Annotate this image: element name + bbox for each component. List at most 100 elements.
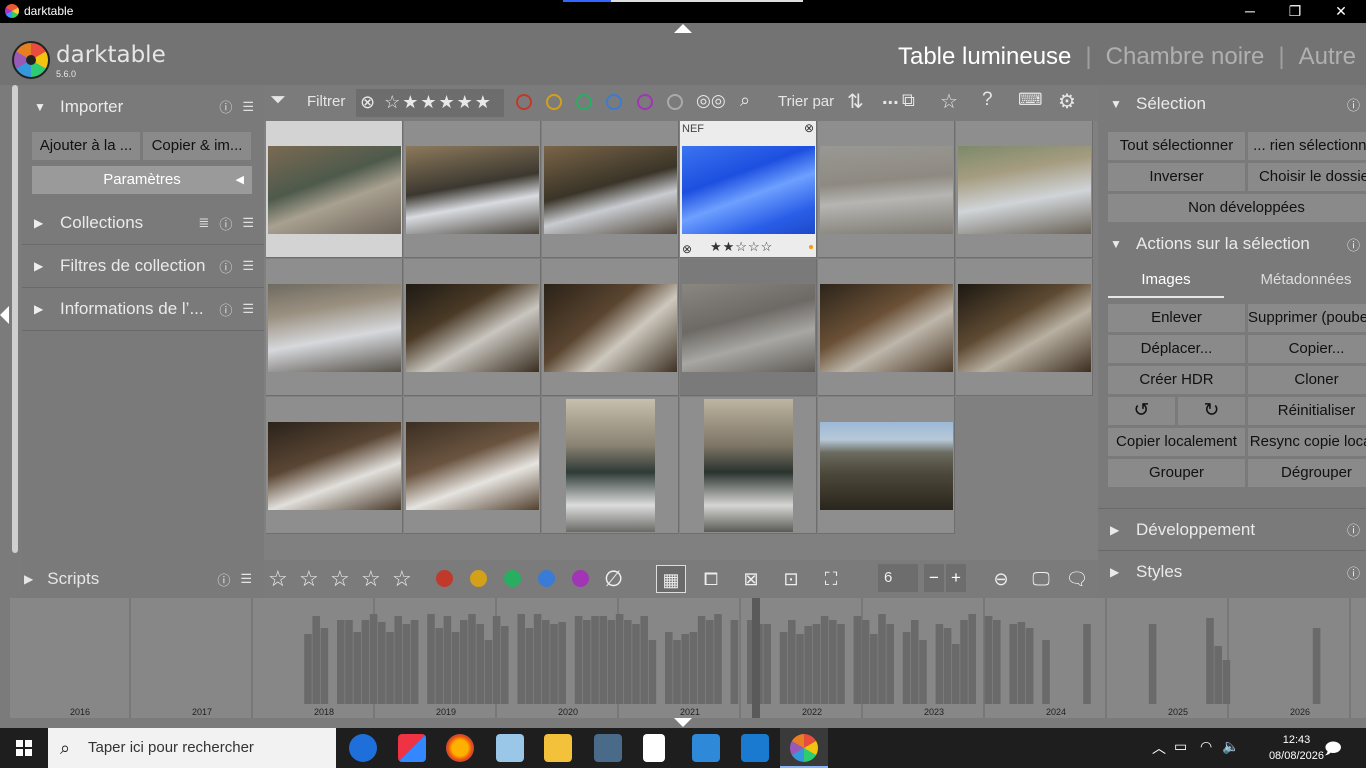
minimize-button[interactable]: ─ xyxy=(1235,2,1265,20)
battery-icon[interactable]: ▭ xyxy=(1174,738,1187,755)
display-profile-icon[interactable]: 🖵 xyxy=(1026,565,1056,593)
document-icon[interactable] xyxy=(643,734,665,762)
firefox-icon[interactable] xyxy=(446,734,474,762)
invert-selection-button[interactable]: Inverser xyxy=(1108,163,1245,191)
overlay-star-icon[interactable]: ☆ xyxy=(940,89,958,114)
rotate-ccw-icon[interactable]: ↺ xyxy=(1108,397,1175,425)
clock[interactable]: 12:43 08/08/2026 xyxy=(1269,732,1324,764)
search-icon[interactable]: ⌕ xyxy=(740,90,750,111)
maximize-button[interactable]: ❐ xyxy=(1280,2,1310,20)
info-icon[interactable]: ⓘ xyxy=(219,97,232,116)
thumbnail[interactable] xyxy=(680,397,817,534)
overlays-icon[interactable]: 🗨 xyxy=(1062,565,1092,593)
presets-menu-icon[interactable]: ☰ xyxy=(242,301,254,317)
module-image-info-header[interactable]: ▶ Informations de l’... ⓘ ☰ xyxy=(22,288,264,331)
color-filter-operator-icon[interactable]: ◎◎ xyxy=(696,91,726,111)
windows-start-icon[interactable] xyxy=(16,740,32,756)
culling-dynamic-layout-icon[interactable]: ⊡ xyxy=(776,565,806,593)
tab-metadata[interactable]: Métadonnées xyxy=(1248,266,1364,298)
select-all-button[interactable]: Tout sélectionner xyxy=(1108,132,1245,160)
thumbnail[interactable] xyxy=(404,259,541,396)
thumbnail[interactable] xyxy=(542,121,679,258)
thumbnail-hovered[interactable]: NEF ⊗ ⊗ ★★☆☆☆ xyxy=(680,121,817,258)
reject-icon[interactable]: ⊗ xyxy=(804,121,814,135)
collapse-bottom-arrow-icon[interactable] xyxy=(674,718,692,727)
duplicate-button[interactable]: Cloner xyxy=(1248,366,1366,394)
info-icon[interactable]: ⓘ xyxy=(1347,235,1360,254)
culling-layout-icon[interactable]: ⊠ xyxy=(736,565,766,593)
color-filter-gray-icon[interactable] xyxy=(667,94,683,110)
tab-images[interactable]: Images xyxy=(1108,266,1224,298)
keyboard-shortcuts-icon[interactable]: ⌨ xyxy=(1018,90,1043,110)
image-viewer-icon[interactable] xyxy=(741,734,769,762)
view-darkroom[interactable]: Chambre noire xyxy=(1106,43,1265,71)
rotate-cw-icon[interactable]: ↻ xyxy=(1178,397,1245,425)
thumbnail[interactable] xyxy=(956,259,1093,396)
info-icon[interactable]: ⓘ xyxy=(1347,95,1360,114)
move-button[interactable]: Déplacer... xyxy=(1108,335,1245,363)
select-none-button[interactable]: ... rien sélectionner xyxy=(1248,132,1366,160)
timeline-cursor[interactable] xyxy=(752,598,760,718)
clear-color-labels-icon[interactable]: ∅ xyxy=(604,566,623,592)
color-filter-red-icon[interactable] xyxy=(516,94,532,110)
focus-peaking-icon[interactable]: ⊖ xyxy=(986,565,1016,593)
thunderbird-icon[interactable] xyxy=(349,734,377,762)
tool-icon[interactable] xyxy=(398,734,426,762)
thumbnail[interactable] xyxy=(266,121,403,258)
tray-chevron-icon[interactable]: ︿ xyxy=(1152,738,1166,758)
info-icon[interactable]: ⓘ xyxy=(1347,520,1360,539)
module-import-header[interactable]: ▼ Importer ⓘ ☰ xyxy=(22,85,264,128)
taskbar-search[interactable]: ⌕ Taper ici pour rechercher xyxy=(48,728,336,768)
presets-menu-icon[interactable]: ☰ xyxy=(240,571,252,587)
star-rating[interactable]: ★★☆☆☆ xyxy=(710,239,773,255)
preferences-gear-icon[interactable]: ⚙ xyxy=(1058,89,1076,114)
select-untouched-button[interactable]: Non développées xyxy=(1108,194,1366,222)
left-scrollbar[interactable] xyxy=(12,85,18,553)
thumbnail[interactable] xyxy=(266,397,403,534)
filter-funnel-icon[interactable]: ⏷ xyxy=(270,89,286,112)
zoom-out-button[interactable]: − xyxy=(924,564,944,592)
presets-menu-icon[interactable]: ☰ xyxy=(242,99,254,115)
ungroup-button[interactable]: Dégrouper xyxy=(1248,459,1366,487)
color-label-purple-icon[interactable] xyxy=(572,570,589,587)
filemanager-layout-icon[interactable]: ▦ xyxy=(656,565,686,593)
notifications-icon[interactable]: 🗩 xyxy=(1324,738,1342,765)
color-label-blue-icon[interactable] xyxy=(538,570,555,587)
sort-icon[interactable]: ≣ xyxy=(198,215,209,231)
thumbnail[interactable] xyxy=(818,397,955,534)
zoom-entry[interactable]: 6 xyxy=(878,564,918,592)
thumbnail[interactable] xyxy=(404,121,541,258)
thumbnail[interactable] xyxy=(266,259,403,396)
parameters-button[interactable]: Paramètres ◀ xyxy=(32,166,252,194)
photos-icon[interactable] xyxy=(692,734,720,762)
star-3-icon[interactable]: ☆ xyxy=(330,566,350,592)
zoomable-layout-icon[interactable]: ⧠ xyxy=(696,565,726,593)
help-icon[interactable]: ? xyxy=(982,89,993,111)
preview-layout-icon[interactable]: ⛶ xyxy=(816,565,846,593)
info-icon[interactable]: ⓘ xyxy=(217,570,230,589)
calculator-icon[interactable] xyxy=(594,734,622,762)
presets-menu-icon[interactable]: ☰ xyxy=(242,258,254,274)
module-selection-header[interactable]: ▼ Sélection ⓘ xyxy=(1098,86,1366,122)
color-filter-green-icon[interactable] xyxy=(576,94,592,110)
close-button[interactable]: ✕ xyxy=(1326,2,1356,20)
module-selected-images-header[interactable]: ▼ Actions sur la sélection ⓘ xyxy=(1098,226,1366,262)
module-styles-header[interactable]: ▶ Styles ⓘ xyxy=(1098,550,1366,593)
module-collections-header[interactable]: ▶ Collections ≣ ⓘ ☰ xyxy=(22,202,264,245)
star-5-icon[interactable]: ☆ xyxy=(392,566,412,592)
info-icon[interactable]: ⓘ xyxy=(1347,563,1360,582)
thumbnail[interactable] xyxy=(542,397,679,534)
view-other[interactable]: Autre xyxy=(1299,43,1356,71)
thumbnail[interactable] xyxy=(542,259,679,396)
grouping-icon[interactable]: ⧉ xyxy=(902,90,915,111)
more-options[interactable]: ... xyxy=(882,87,899,110)
thumbnail[interactable] xyxy=(956,121,1093,258)
copy-locally-button[interactable]: Copier localement xyxy=(1108,428,1245,456)
add-to-library-button[interactable]: Ajouter à la ... xyxy=(32,132,140,160)
remove-button[interactable]: Enlever xyxy=(1108,304,1245,332)
select-film-roll-button[interactable]: Choisir le dossier xyxy=(1248,163,1366,191)
delete-button[interactable]: Supprimer (poubelle) xyxy=(1248,304,1366,332)
thumbnail[interactable] xyxy=(818,259,955,396)
wifi-icon[interactable]: ◠ xyxy=(1200,738,1212,755)
thumbnail[interactable] xyxy=(818,121,955,258)
